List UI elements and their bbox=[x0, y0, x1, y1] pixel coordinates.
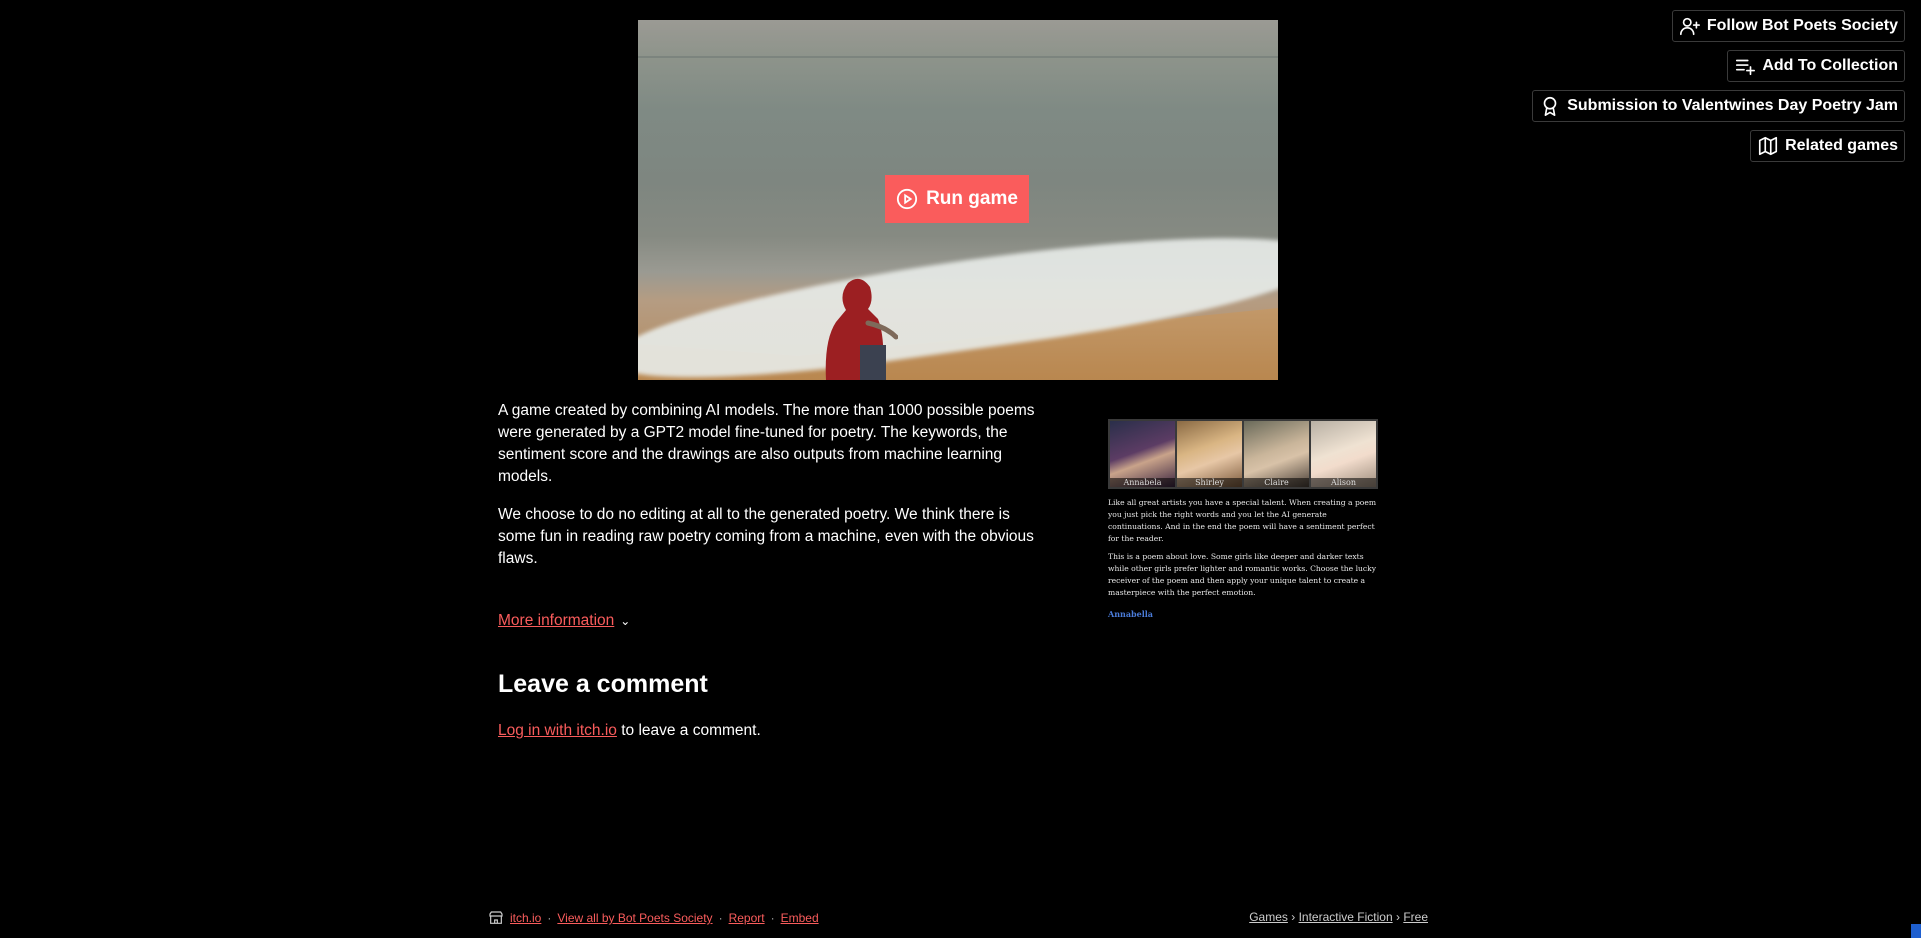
more-information-toggle[interactable]: More information ⌄ bbox=[498, 612, 630, 630]
follow-label: Follow Bot Poets Society bbox=[1706, 17, 1898, 34]
game-actions: Follow Bot Poets Society Add To Collecti… bbox=[1532, 10, 1905, 162]
embed-link[interactable]: Embed bbox=[781, 911, 819, 925]
portrait-annabela[interactable]: Annabela bbox=[1110, 421, 1175, 487]
scrollbar-corner bbox=[1911, 924, 1921, 938]
side-paragraph: This is a poem about love. Some girls li… bbox=[1108, 552, 1377, 597]
separator: · bbox=[547, 911, 552, 925]
map-icon bbox=[1758, 136, 1778, 156]
play-circle-icon bbox=[896, 188, 918, 210]
breadcrumb-separator: › bbox=[1291, 910, 1296, 924]
chevron-down-icon: ⌄ bbox=[620, 614, 631, 628]
award-icon bbox=[1543, 96, 1557, 116]
separator: · bbox=[718, 911, 723, 925]
portrait-claire[interactable]: Claire bbox=[1244, 421, 1309, 487]
related-games-button[interactable]: Related games bbox=[1750, 130, 1905, 162]
description-paragraph: A game created by combining AI models. T… bbox=[498, 402, 1035, 485]
user-plus-icon bbox=[1679, 17, 1700, 36]
view-all-link[interactable]: View all by Bot Poets Society bbox=[557, 911, 712, 925]
itch-logo-icon bbox=[489, 911, 503, 924]
separator: · bbox=[770, 911, 775, 925]
comments-heading: Leave a comment bbox=[498, 670, 708, 698]
portrait-name: Shirley bbox=[1177, 478, 1242, 487]
itch-home-link[interactable]: itch.io bbox=[510, 911, 541, 925]
breadcrumb-price[interactable]: Free bbox=[1403, 910, 1428, 924]
run-game-label: Run game bbox=[926, 188, 1018, 209]
page-footer: itch.io · View all by Bot Poets Society … bbox=[488, 910, 819, 926]
breadcrumb: Games › Interactive Fiction › Free bbox=[1249, 910, 1428, 924]
side-description: Like all great artists you have a specia… bbox=[1108, 497, 1380, 599]
breadcrumb-separator: › bbox=[1395, 910, 1400, 924]
portrait-name: Annabela bbox=[1110, 478, 1175, 487]
portrait-alison[interactable]: Alison bbox=[1311, 421, 1376, 487]
collection-label: Add To Collection bbox=[1762, 57, 1898, 74]
run-game-button[interactable]: Run game bbox=[885, 175, 1029, 223]
character-link[interactable]: Annabella bbox=[1108, 609, 1380, 619]
description-paragraph: We choose to do no editing at all to the… bbox=[498, 506, 1034, 567]
hooded-figure-image bbox=[825, 278, 898, 380]
breadcrumb-games[interactable]: Games bbox=[1249, 910, 1288, 924]
sea-horizon bbox=[638, 56, 1278, 58]
related-label: Related games bbox=[1785, 137, 1898, 154]
follow-button[interactable]: Follow Bot Poets Society bbox=[1671, 10, 1905, 42]
list-add-icon bbox=[1736, 59, 1756, 76]
game-description: A game created by combining AI models. T… bbox=[498, 400, 1043, 586]
login-link[interactable]: Log in with itch.io bbox=[498, 722, 617, 739]
login-suffix-text: to leave a comment. bbox=[616, 722, 761, 739]
report-link[interactable]: Report bbox=[729, 911, 765, 925]
more-information-label: More information bbox=[498, 612, 615, 629]
comment-login-prompt: Log in with itch.io to leave a comment. bbox=[498, 722, 761, 740]
submission-label: Submission to Valentwines Day Poetry Jam bbox=[1567, 97, 1898, 114]
side-paragraph: Like all great artists you have a specia… bbox=[1108, 498, 1377, 543]
jam-submission-button[interactable]: Submission to Valentwines Day Poetry Jam bbox=[1532, 90, 1905, 122]
game-embed: Run game bbox=[638, 20, 1278, 380]
portrait-shirley[interactable]: Shirley bbox=[1177, 421, 1242, 487]
portrait-name: Claire bbox=[1244, 478, 1309, 487]
portrait-name: Alison bbox=[1311, 478, 1376, 487]
add-to-collection-button[interactable]: Add To Collection bbox=[1727, 50, 1905, 82]
breadcrumb-genre[interactable]: Interactive Fiction bbox=[1299, 910, 1393, 924]
side-panel: Annabela Shirley Claire Alison Like all … bbox=[1108, 419, 1380, 619]
character-portraits: Annabela Shirley Claire Alison bbox=[1108, 419, 1378, 489]
